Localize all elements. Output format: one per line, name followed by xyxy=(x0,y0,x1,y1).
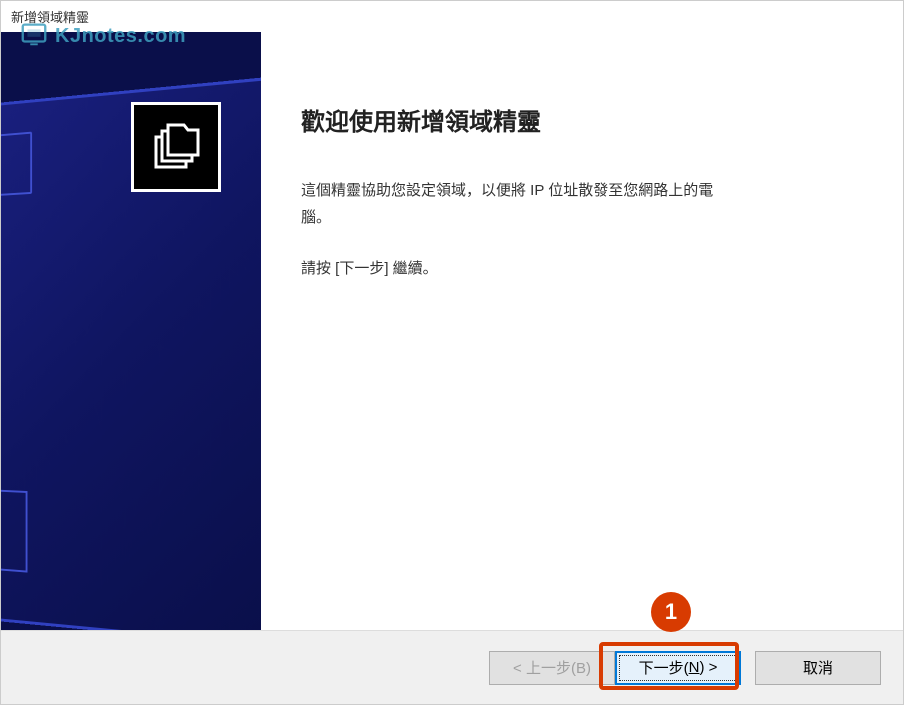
wizard-description-line1: 這個精靈協助您設定領域，以便將 IP 位址散發至您網路上的電 xyxy=(301,182,713,199)
wizard-description-line2: 腦。 xyxy=(301,209,331,226)
next-button-prefix: 下一步( xyxy=(639,657,689,678)
scope-folder-icon xyxy=(131,102,221,192)
next-button[interactable]: 下一步(N) > xyxy=(615,651,741,685)
next-button-suffix: ) > xyxy=(699,659,717,676)
wizard-main-panel: 歡迎使用新增領域精靈 這個精靈協助您設定領域，以便將 IP 位址散發至您網路上的… xyxy=(261,32,903,634)
wizard-continue-hint: 請按 [下一步] 繼續。 xyxy=(301,255,863,282)
watermark-icon xyxy=(19,19,49,54)
back-button: < 上一步(B) xyxy=(489,651,615,685)
cancel-button[interactable]: 取消 xyxy=(755,651,881,685)
annotation-callout-badge: 1 xyxy=(651,592,691,632)
next-button-accelerator: N xyxy=(689,659,700,676)
wizard-button-bar: < 上一步(B) 下一步(N) > 取消 xyxy=(1,630,903,704)
wizard-content: 歡迎使用新增領域精靈 這個精靈協助您設定領域，以便將 IP 位址散發至您網路上的… xyxy=(1,32,903,634)
watermark: KJnotes.com xyxy=(19,19,186,54)
wizard-heading: 歡迎使用新增領域精靈 xyxy=(301,102,863,137)
watermark-text: KJnotes.com xyxy=(55,25,186,48)
wizard-description: 這個精靈協助您設定領域，以便將 IP 位址散發至您網路上的電 腦。 xyxy=(301,177,863,231)
wizard-sidebar-graphic xyxy=(1,32,261,634)
